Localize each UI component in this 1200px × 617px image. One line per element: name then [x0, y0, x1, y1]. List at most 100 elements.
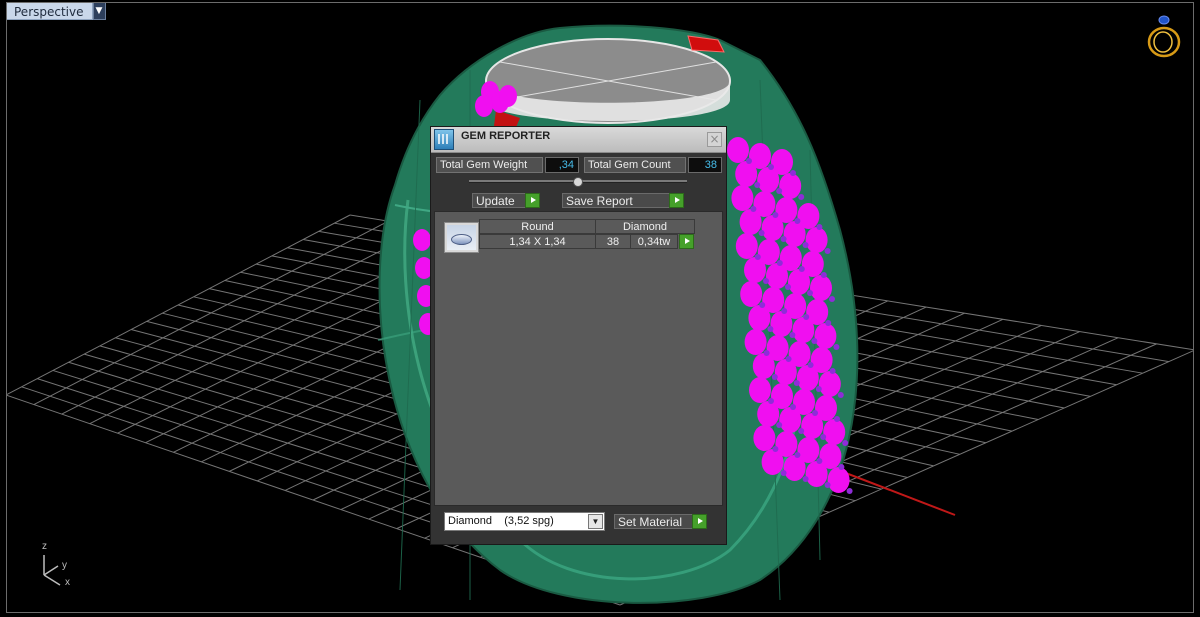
- save-report-play-icon[interactable]: [669, 193, 684, 208]
- prong: [772, 212, 779, 218]
- pave-gem: [499, 85, 517, 107]
- prong: [768, 164, 774, 170]
- pave-gem: [766, 335, 789, 361]
- prong: [842, 440, 849, 446]
- prong: [829, 368, 836, 374]
- prong: [820, 434, 827, 440]
- prong: [798, 266, 805, 272]
- set-material-button[interactable]: Set Material: [614, 514, 694, 529]
- total-gem-weight-value: ,34: [545, 157, 579, 173]
- prong: [802, 242, 809, 248]
- table-header-material: Diamond: [595, 219, 695, 234]
- perspective-viewport[interactable]: z y x Perspective ▼ GEM REPORTER × Total…: [0, 0, 1200, 617]
- set-material-play-icon[interactable]: [692, 514, 707, 529]
- prong: [780, 470, 787, 476]
- pave-gem: [819, 443, 842, 469]
- prong: [772, 446, 779, 452]
- pave-gem: [784, 293, 807, 319]
- pave-gem: [753, 425, 776, 451]
- prong: [824, 248, 831, 254]
- save-report-button[interactable]: Save Report: [562, 193, 671, 208]
- prong: [776, 260, 783, 266]
- prong: [763, 350, 770, 356]
- prong: [825, 320, 832, 326]
- prong: [811, 338, 818, 344]
- prong: [824, 482, 831, 488]
- viewport-title-tab[interactable]: Perspective ▼: [6, 2, 106, 20]
- pave-gem: [731, 185, 754, 211]
- pave-gem: [823, 419, 846, 445]
- prong: [776, 188, 783, 194]
- pave-gem: [818, 371, 841, 397]
- total-gem-count-label: Total Gem Count: [584, 157, 686, 173]
- pave-gem: [735, 233, 758, 259]
- pave-gem: [797, 437, 820, 463]
- pave-gem: [805, 227, 828, 253]
- update-button[interactable]: Update: [472, 193, 526, 208]
- prong: [776, 422, 783, 428]
- round-gem-thumbnail-icon[interactable]: [444, 222, 479, 253]
- table-cell-count: 38: [595, 234, 631, 249]
- prong: [789, 332, 796, 338]
- prong: [754, 254, 761, 260]
- dialog-titlebar[interactable]: GEM REPORTER ×: [431, 127, 726, 153]
- prong: [807, 290, 813, 296]
- pave-gem: [753, 191, 776, 217]
- pave-gem: [475, 95, 493, 117]
- pave-gem: [757, 239, 780, 265]
- pave-gem: [771, 383, 793, 409]
- prong: [750, 206, 757, 212]
- prong: [790, 170, 796, 176]
- pave-gem: [740, 281, 763, 307]
- prong: [798, 194, 805, 200]
- pave-gem: [788, 341, 811, 367]
- prong: [763, 278, 769, 284]
- prong: [768, 398, 774, 404]
- pave-gem: [413, 229, 431, 251]
- pave-gem: [801, 251, 824, 277]
- prong: [785, 356, 792, 362]
- row-select-play-icon[interactable]: [679, 234, 694, 249]
- pave-gem: [749, 377, 771, 403]
- axis-triad-icon: [43, 555, 61, 586]
- pave-gem: [810, 347, 833, 373]
- prong: [846, 488, 853, 494]
- pave-gem: [727, 137, 749, 163]
- prong: [754, 182, 761, 188]
- ring-logo-icon: [1147, 15, 1181, 58]
- material-select-value: Diamond (3,52 spg): [448, 515, 554, 527]
- prong: [802, 476, 809, 482]
- update-play-icon[interactable]: [525, 193, 540, 208]
- pave-gem: [810, 275, 832, 301]
- prong: [767, 326, 774, 332]
- table-cell-weight: 0,34tw: [630, 234, 678, 249]
- prong: [833, 344, 840, 350]
- viewport-menu-arrow-icon[interactable]: ▼: [92, 2, 106, 20]
- prong: [837, 392, 844, 398]
- total-gem-count-value: 38: [688, 157, 722, 173]
- prong: [807, 362, 814, 368]
- prong: [794, 218, 801, 224]
- pave-gem: [775, 431, 798, 457]
- viewport-name[interactable]: Perspective: [6, 2, 93, 20]
- prong: [790, 404, 796, 410]
- pave-gem: [793, 389, 815, 415]
- pave-gem: [744, 329, 767, 355]
- prong: [781, 308, 788, 314]
- gem-report-panel: Round Diamond 1,34 X 1,34 38 0,34tw: [434, 211, 723, 506]
- pave-gem: [779, 245, 802, 271]
- report-slider-handle[interactable]: [573, 177, 583, 187]
- prong: [780, 236, 787, 242]
- prong: [803, 314, 810, 320]
- prong: [798, 428, 805, 434]
- material-select[interactable]: Diamond (3,52 spg) ▼: [444, 512, 605, 531]
- gem-reporter-app-icon: [434, 129, 454, 150]
- prong: [758, 230, 765, 236]
- axis-z-label: z: [42, 541, 47, 552]
- prong: [759, 302, 766, 308]
- close-icon[interactable]: ×: [707, 132, 722, 147]
- prong: [793, 380, 800, 386]
- chevron-down-icon[interactable]: ▼: [588, 514, 603, 529]
- prong: [834, 416, 840, 422]
- prong: [812, 410, 818, 416]
